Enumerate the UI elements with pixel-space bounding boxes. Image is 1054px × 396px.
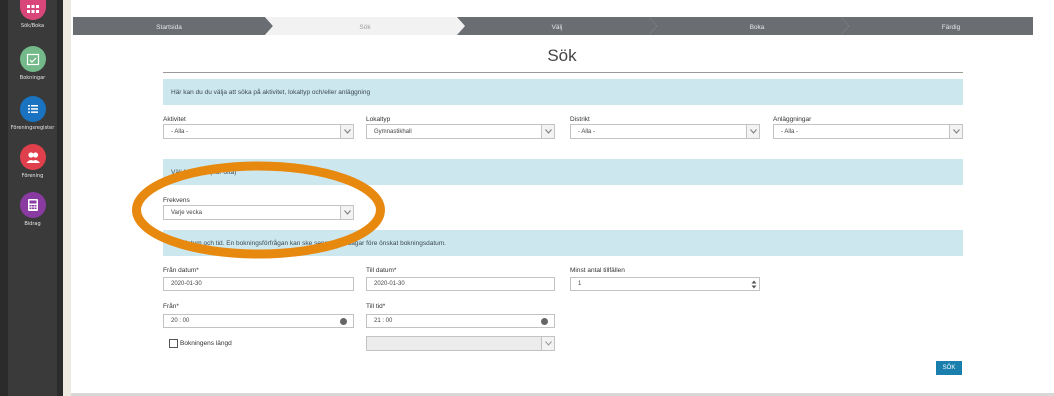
wizard-step-label: Färdig	[942, 24, 961, 31]
info-band-frequency: Välj frekvens (hur ofta)	[163, 159, 963, 185]
calendar-check-icon	[19, 46, 46, 72]
booking-length-select[interactable]	[366, 336, 555, 351]
from-time-input[interactable]: 20 : 00	[163, 314, 354, 328]
to-date-label: Till datum*	[366, 267, 397, 274]
booking-length-label: Bokningens längd	[180, 340, 232, 347]
chevron-down-icon	[340, 206, 353, 219]
to-date-input[interactable]: 2020-01-30	[366, 277, 555, 291]
info-band-intro: Här kan du du välja att söka på aktivite…	[163, 79, 963, 105]
chevron-down-icon	[541, 125, 554, 138]
info-text: Här kan du du välja att söka på aktivite…	[171, 88, 371, 96]
sidebar-item-forening[interactable]: Förening	[8, 144, 57, 179]
sidebar-item-label: Föreningsregister	[10, 125, 55, 131]
from-time-value: 20 : 00	[171, 318, 190, 324]
search-button[interactable]: SÖK	[936, 361, 962, 375]
wizard-step-label: Sök	[359, 24, 371, 31]
to-time-value: 21 : 00	[374, 318, 393, 324]
anlaggningar-select[interactable]: - Alla -	[773, 124, 963, 139]
wizard-step-label: Startsida	[156, 24, 182, 31]
from-date-input[interactable]: 2020-01-30	[163, 277, 354, 291]
min-occasions-input[interactable]: 1	[570, 277, 760, 291]
from-time-label: Från*	[163, 303, 179, 310]
aktivitet-value: - Alla -	[171, 128, 189, 135]
distrikt-label: Distrikt	[570, 116, 590, 123]
to-time-input[interactable]: 21 : 00	[366, 314, 555, 328]
to-date-value: 2020-01-30	[374, 281, 405, 287]
sidebar-item-bokningar[interactable]: Bokningar	[8, 46, 57, 81]
wizard-step-fardig	[841, 17, 1033, 35]
sidebar-item-label: Bokningar	[19, 75, 46, 81]
sidebar-item-sok-boka[interactable]: Sök/Boka	[8, 0, 57, 29]
sidebar-item-label: Sök/Boka	[20, 23, 45, 29]
list-icon	[19, 96, 46, 122]
title-divider	[163, 72, 963, 73]
aktivitet-select[interactable]: - Alla -	[163, 124, 354, 139]
chevron-down-icon	[746, 125, 759, 138]
lokaltyp-select[interactable]: Gymnastikhall	[366, 124, 555, 139]
clock-icon[interactable]	[340, 318, 347, 325]
chevron-down-icon	[949, 125, 962, 138]
wizard-step-label: Boka	[750, 24, 765, 31]
stepper-icon[interactable]	[751, 280, 757, 289]
frekvens-select[interactable]: Varje vecka	[163, 205, 354, 220]
sidebar-item-foreningsregister[interactable]: Föreningsregister	[8, 96, 57, 131]
sidebar-item-bidrag[interactable]: Bidrag	[8, 192, 57, 227]
frekvens-label: Frekvens	[163, 197, 190, 204]
to-time-label: Till tid*	[366, 303, 386, 310]
anlaggningar-label: Anläggningar	[773, 116, 812, 123]
clock-icon[interactable]	[541, 318, 548, 325]
booking-length-checkbox[interactable]	[169, 339, 178, 348]
sidebar-gutter	[63, 0, 71, 396]
lokaltyp-value: Gymnastikhall	[374, 128, 412, 135]
min-occasions-value: 1	[578, 281, 582, 287]
aktivitet-label: Aktivitet	[163, 116, 186, 123]
chevron-down-icon	[541, 337, 554, 350]
anlaggningar-value: - Alla -	[781, 128, 799, 135]
distrikt-select[interactable]: - Alla -	[570, 124, 760, 139]
from-date-value: 2020-01-30	[171, 281, 202, 287]
wizard-step-label: Välj	[552, 24, 563, 31]
chevron-down-icon	[340, 125, 353, 138]
grid-icon	[19, 0, 46, 20]
calculator-icon	[19, 192, 46, 218]
info-text: Välj datum och tid. En bokningsförfrågan…	[171, 239, 446, 247]
from-date-label: Från datum*	[163, 267, 199, 274]
distrikt-value: - Alla -	[578, 128, 596, 135]
sidebar-item-label: Bidrag	[24, 221, 41, 227]
info-text: Välj frekvens (hur ofta)	[171, 168, 237, 176]
page-title: Sök	[547, 46, 577, 65]
users-icon	[19, 144, 46, 170]
info-band-date-time: Välj datum och tid. En bokningsförfrågan…	[163, 230, 963, 256]
frekvens-value: Varje vecka	[171, 209, 202, 216]
sidebar-item-label: Förening	[21, 173, 44, 179]
wizard-progress: Startsida Sök Välj Boka Färdig	[73, 17, 1033, 35]
min-occasions-label: Minst antal tillfällen	[570, 267, 625, 274]
lokaltyp-label: Lokaltyp	[366, 116, 391, 123]
